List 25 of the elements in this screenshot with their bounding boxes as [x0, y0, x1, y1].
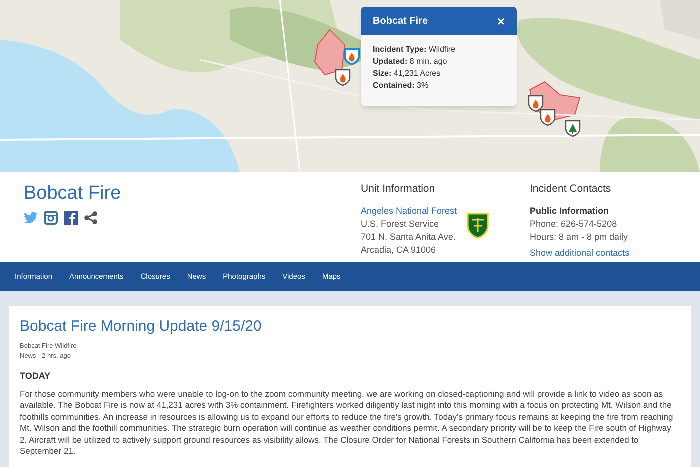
- fire-marker-icon[interactable]: [344, 47, 360, 65]
- popup-field: Size: 41,231 Acres: [373, 68, 505, 79]
- share-icon[interactable]: [84, 210, 98, 225]
- popup-field: Incident Type: Wildfire: [373, 44, 505, 55]
- article-title[interactable]: Bobcat Fire Morning Update 9/15/20: [20, 316, 680, 338]
- section-heading: Incident Contacts: [530, 182, 612, 197]
- article-body: For those community members who were unable to log-on to the zoom community meeting, we are working on closed-captioning and will provide a link to video as soon as available. The Bobcat Fire is now at 41,231 acres with 3% containment. Firefighters worked diligently last night into this morning with a focus on protecting Mt. Wilson and the foothills communities. An increase in resources is allowing us to expand our efforts to reduce the fire’s growth. Today’s primary focus remains at keeping the fire from reaching Mt. Wilson and the foothill communities. The strategic burn operation will continue as weather conditions permit. A secondary priority will be to keep the Fire south of Highway 2. Aircraft will be utilized to actively support ground resources as visibility allows. The Closure Order for National Forests in Southern California has been extended to September 21.: [20, 388, 674, 458]
- contacts-link[interactable]: Show additional contacts: [530, 246, 630, 260]
- address-line: U.S. Forest Service: [361, 218, 440, 231]
- popup-title: Bobcat Fire: [373, 14, 428, 28]
- contact-line: Hours: 8 am - 8 pm daily: [530, 230, 630, 244]
- section-heading: TODAY: [20, 370, 52, 383]
- forest-link[interactable]: Angeles National Forest: [361, 204, 458, 218]
- contact-name: Public Information: [530, 204, 610, 218]
- address-line: Arcadia, CA 91006: [361, 244, 438, 257]
- shield-logo-icon: [466, 212, 490, 239]
- section-heading: Unit Information: [361, 182, 436, 197]
- popup-field: Updated: 8 min. ago: [373, 56, 505, 67]
- instagram-icon[interactable]: [44, 210, 58, 225]
- close-button[interactable]: ×: [497, 14, 505, 28]
- popup-field: Contained: 3%: [373, 80, 505, 91]
- address-line: 701 N. Santa Anita Ave.: [361, 230, 457, 244]
- incident-title: Bobcat Fire: [24, 182, 122, 206]
- facebook-icon[interactable]: [64, 210, 78, 225]
- contact-line: Phone: 626-574-5208: [530, 218, 618, 231]
